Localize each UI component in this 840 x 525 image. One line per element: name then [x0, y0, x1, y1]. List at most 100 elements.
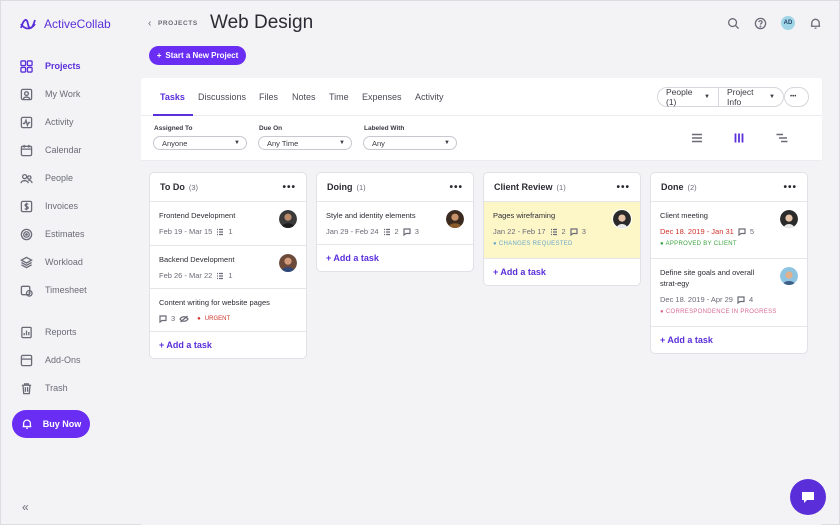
more-options-button[interactable]: •••: [784, 87, 809, 107]
column-menu-button[interactable]: •••: [616, 182, 630, 193]
search-icon[interactable]: [727, 17, 740, 30]
task-card[interactable]: Client meeting Dec 18. 2019 - Jan 31 5 ●…: [651, 202, 807, 259]
task-title: Content writing for website pages: [159, 298, 270, 307]
status-tag: ● CORRESPONDENCE IN PROGRESS: [660, 309, 777, 315]
sidebar-item-label: Projects: [45, 61, 81, 71]
help-icon[interactable]: [754, 17, 767, 30]
task-dates: Dec 18. 2019 - Jan 31: [660, 227, 734, 236]
task-card[interactable]: Pages wireframing Jan 22 - Feb 17 2 3 ● …: [484, 202, 640, 259]
add-task-button[interactable]: + Add a task: [317, 245, 473, 271]
tab-notes[interactable]: Notes: [292, 92, 316, 102]
assignee-avatar[interactable]: [278, 253, 298, 273]
caret-down-icon: ▼: [769, 94, 775, 100]
tab-files[interactable]: Files: [259, 92, 278, 102]
timeline-view-button[interactable]: [775, 131, 789, 145]
add-task-button[interactable]: + Add a task: [150, 332, 306, 358]
task-card[interactable]: Define site goals and overall strat-egy …: [651, 259, 807, 327]
buy-now-button[interactable]: Buy Now: [12, 410, 90, 438]
sidebar-item-people[interactable]: People: [20, 170, 73, 186]
sidebar-item-reports[interactable]: Reports: [20, 324, 77, 340]
sidebar-item-invoices[interactable]: Invoices: [20, 198, 78, 214]
user-card-icon: [20, 88, 33, 100]
assigned-to-label: Assigned To: [154, 125, 193, 132]
task-meta: Dec 18. 2019 - Jan 31 5: [660, 227, 798, 236]
column-menu-button[interactable]: •••: [449, 182, 463, 193]
task-card[interactable]: Backend Development Feb 26 - Mar 22 1: [150, 246, 306, 289]
plus-icon: +: [156, 51, 162, 60]
subtask-icon: [383, 228, 390, 235]
tab-discussions[interactable]: Discussions: [198, 92, 246, 102]
task-title: Pages wireframing: [493, 211, 556, 220]
tab-expenses[interactable]: Expenses: [362, 92, 402, 102]
assignee-avatar[interactable]: [612, 209, 632, 229]
column-menu-button[interactable]: •••: [783, 182, 797, 193]
assignee-avatar[interactable]: [779, 266, 799, 286]
due-on-select[interactable]: Any Time ▼: [258, 136, 352, 150]
start-new-project-button[interactable]: + Start a New Project: [149, 46, 246, 65]
assigned-to-select[interactable]: Anyone ▼: [153, 136, 247, 150]
dollar-icon: [20, 200, 33, 212]
app-name: ActiveCollab: [44, 17, 111, 31]
add-task-button[interactable]: + Add a task: [651, 327, 807, 353]
column-header: Client Review (1) •••: [484, 173, 640, 202]
task-dates: Dec 18. 2019 - Apr 29: [660, 295, 733, 304]
assignee-avatar[interactable]: [278, 209, 298, 229]
tab-activity[interactable]: Activity: [415, 92, 444, 102]
subtask-count: 2: [561, 227, 566, 236]
chat-button[interactable]: [790, 479, 826, 515]
column-header: Done (2) •••: [651, 173, 807, 202]
column-client-review: Client Review (1) ••• Pages wireframing …: [483, 172, 641, 286]
active-tab-indicator: [153, 114, 193, 116]
sidebar-item-workload[interactable]: Workload: [20, 254, 83, 270]
user-avatar[interactable]: AD: [781, 16, 795, 30]
sidebar-item-my-work[interactable]: My Work: [20, 86, 80, 102]
notification-bell-icon[interactable]: [809, 17, 822, 30]
sidebar-item-label: Calendar: [45, 145, 82, 155]
collapse-sidebar-button[interactable]: «: [22, 500, 29, 514]
status-tag: ● CHANGES REQUESTED: [493, 241, 573, 247]
comment-icon: [737, 295, 745, 304]
sidebar-item-add-ons[interactable]: Add-Ons: [20, 352, 81, 368]
list-view-icon: [692, 133, 702, 143]
column-title: Done: [661, 182, 684, 192]
tab-time[interactable]: Time: [329, 92, 349, 102]
task-card[interactable]: Frontend Development Feb 19 - Mar 15 1: [150, 202, 306, 246]
assignee-avatar[interactable]: [445, 209, 465, 229]
assignee-avatar[interactable]: [779, 209, 799, 229]
new-project-label: Start a New Project: [165, 51, 239, 60]
activity-icon: [20, 116, 33, 128]
sidebar-item-timesheet[interactable]: Timesheet: [20, 282, 87, 298]
column-menu-button[interactable]: •••: [282, 182, 296, 193]
project-info-button[interactable]: Project Info ▼: [718, 87, 784, 107]
comment-count: 3: [171, 314, 176, 323]
task-card[interactable]: Style and identity elements Jan 29 - Feb…: [317, 202, 473, 245]
sidebar-item-projects[interactable]: Projects: [20, 58, 81, 74]
add-task-button[interactable]: + Add a task: [484, 259, 640, 285]
comment-count: 3: [414, 227, 419, 236]
column-header: To Do (3) •••: [150, 173, 306, 202]
list-view-button[interactable]: [690, 131, 704, 145]
tab-tasks[interactable]: Tasks: [160, 92, 185, 102]
task-meta: Jan 22 - Feb 17 2 3: [493, 227, 631, 236]
buy-now-label: Buy Now: [42, 419, 82, 429]
task-card[interactable]: Content writing for website pages 3 ● UR…: [150, 289, 306, 332]
sidebar-item-trash[interactable]: Trash: [20, 380, 68, 396]
column-view-button[interactable]: [732, 131, 746, 145]
people-button[interactable]: People (1) ▼: [657, 87, 719, 107]
sidebar-item-calendar[interactable]: Calendar: [20, 142, 82, 158]
grid-icon: [20, 59, 33, 73]
sidebar-item-label: Timesheet: [45, 285, 87, 295]
breadcrumb[interactable]: ‹ PROJECTS: [148, 18, 198, 29]
sidebar-item-activity[interactable]: Activity: [20, 114, 74, 130]
task-meta: Dec 18. 2019 - Apr 29 4: [660, 295, 798, 304]
activecollab-logo-icon: [20, 19, 36, 30]
task-meta: 3 ● URGENT: [159, 314, 297, 323]
task-title: Frontend Development: [159, 211, 236, 220]
subtask-count: 1: [228, 227, 233, 236]
comment-icon: [159, 314, 167, 323]
labeled-with-select[interactable]: Any ▼: [363, 136, 457, 150]
sidebar-item-estimates[interactable]: Estimates: [20, 226, 85, 242]
project-info-label: Project Info: [727, 87, 754, 107]
tab-bar: Tasks Discussions Files Notes Time Expen…: [141, 78, 822, 116]
logo[interactable]: ActiveCollab: [18, 14, 111, 34]
